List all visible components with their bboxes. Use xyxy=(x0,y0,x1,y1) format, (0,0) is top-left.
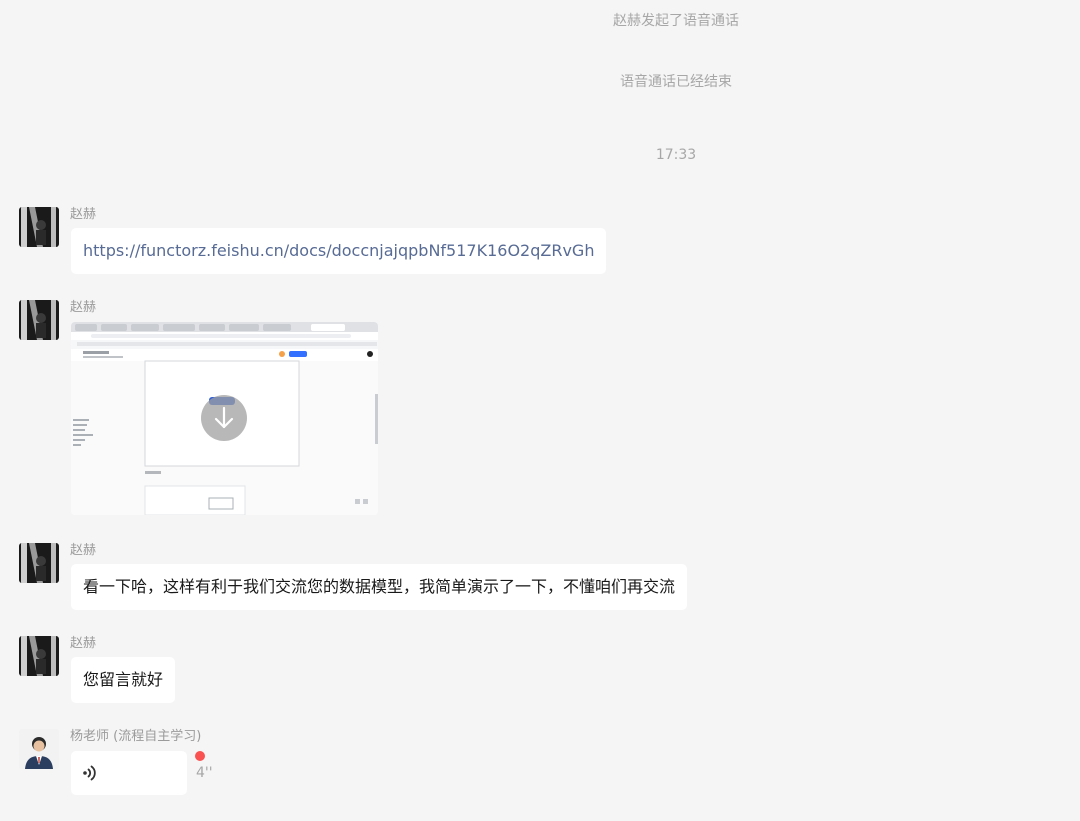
sender-name: 赵赫 xyxy=(70,636,97,651)
text-message[interactable]: 看一下哈，这样有利于我们交流您的数据模型，我简单演示了一下，不懂咱们再交流 xyxy=(71,564,688,610)
voice-duration: 4'' xyxy=(196,765,213,781)
avatar[interactable] xyxy=(19,636,59,676)
sender-name: 赵赫 xyxy=(70,207,97,222)
system-message-call-ended: 语音通话已经结束 xyxy=(620,74,732,90)
download-arrow-icon[interactable] xyxy=(201,395,247,441)
sender-name: 杨老师 (流程自主学习) xyxy=(70,729,202,744)
voice-wave-icon xyxy=(83,765,96,781)
unread-dot xyxy=(195,751,205,761)
avatar[interactable] xyxy=(19,207,59,247)
avatar[interactable] xyxy=(19,543,59,583)
link-message[interactable]: https://functorz.feishu.cn/docs/doccnjaj… xyxy=(71,228,607,274)
voice-message[interactable] xyxy=(71,751,187,795)
image-message[interactable] xyxy=(71,322,378,515)
avatar[interactable] xyxy=(19,729,59,769)
sender-name: 赵赫 xyxy=(70,300,97,315)
message-timestamp: 17:33 xyxy=(655,147,697,163)
system-message-call-started: 赵赫发起了语音通话 xyxy=(613,13,739,29)
avatar[interactable] xyxy=(19,300,59,340)
sender-name: 赵赫 xyxy=(70,543,97,558)
text-message[interactable]: 您留言就好 xyxy=(71,657,176,703)
